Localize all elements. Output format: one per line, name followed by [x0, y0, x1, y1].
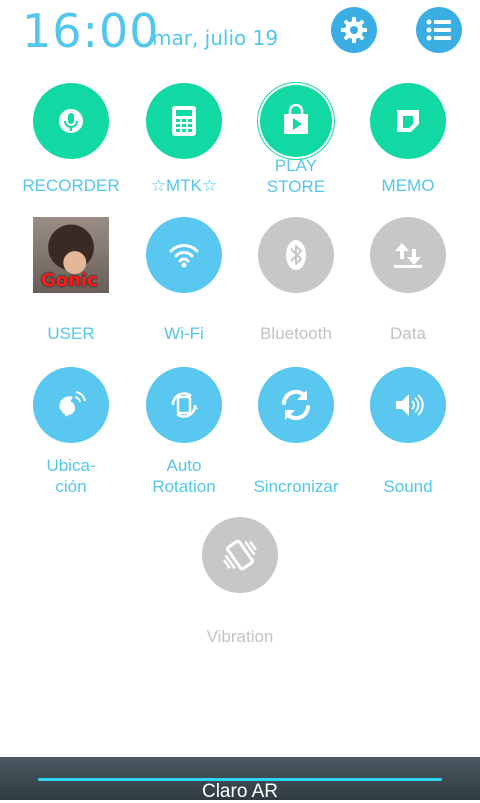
tile-label: MEMO	[381, 176, 435, 195]
tile-label: Wi-Fi	[164, 324, 204, 343]
auto-rotation-button[interactable]	[146, 367, 222, 443]
tile-vibration[interactable]: Vibration	[184, 517, 296, 647]
tile-label: Ubica- ción	[46, 456, 96, 496]
settings-button[interactable]	[331, 7, 377, 53]
wifi-icon	[169, 244, 199, 268]
tile-label: Vibration	[206, 627, 274, 646]
status-bar: Claro AR	[0, 757, 480, 802]
data-transfer-icon	[394, 243, 422, 268]
gear-icon	[341, 17, 367, 43]
data-button[interactable]	[370, 217, 446, 293]
tile-label: USER	[47, 324, 95, 343]
auto-rotation-icon	[171, 392, 198, 418]
sound-button[interactable]	[370, 367, 446, 443]
tile-wifi[interactable]: Wi-Fi	[128, 217, 240, 344]
calculator-icon	[172, 106, 196, 136]
tile-label: Auto Rotation	[152, 456, 216, 496]
clock-time: 16:00	[22, 4, 160, 58]
memo-icon	[397, 110, 419, 132]
tile-sync[interactable]: Sincronizar	[240, 367, 352, 497]
tile-memo[interactable]: MEMO	[352, 83, 464, 196]
avatar-text: Gonic	[41, 270, 98, 291]
tile-label: Bluetooth	[260, 324, 332, 343]
memo-button[interactable]	[370, 83, 446, 159]
tile-label: ☆MTK☆	[150, 176, 218, 195]
play-store-button[interactable]	[258, 83, 334, 159]
tile-user[interactable]: Gonic USER	[15, 217, 127, 344]
recorder-button[interactable]	[33, 83, 109, 159]
tile-label: Data	[390, 324, 426, 343]
tile-location[interactable]: Ubica- ción	[15, 367, 127, 497]
bluetooth-icon	[286, 240, 306, 270]
tile-label: RECORDER	[22, 176, 120, 195]
location-icon	[59, 391, 86, 417]
location-button[interactable]	[33, 367, 109, 443]
bluetooth-button[interactable]	[258, 217, 334, 293]
sound-icon	[396, 394, 424, 416]
microphone-icon	[59, 109, 83, 133]
date-label: mar, julio 19	[152, 26, 279, 50]
tile-data[interactable]: Data	[352, 217, 464, 344]
vibration-button[interactable]	[202, 517, 278, 593]
vibration-icon	[223, 539, 257, 571]
tile-recorder[interactable]: RECORDER	[15, 83, 127, 196]
tile-label: PLAY STORE	[266, 156, 326, 196]
user-avatar[interactable]: Gonic	[33, 217, 109, 293]
tile-label: Sincronizar	[253, 477, 339, 496]
list-icon	[426, 19, 451, 41]
sync-button[interactable]	[258, 367, 334, 443]
tile-bluetooth[interactable]: Bluetooth	[240, 217, 352, 344]
tile-play-store[interactable]: PLAY STORE	[240, 83, 352, 197]
play-store-icon	[284, 103, 308, 134]
sync-icon	[282, 389, 310, 421]
list-menu-button[interactable]	[416, 7, 462, 53]
tile-auto-rotation[interactable]: Auto Rotation	[128, 367, 240, 497]
wifi-button[interactable]	[146, 217, 222, 293]
calculator-button[interactable]	[146, 83, 222, 159]
header: 16:00 mar, julio 19	[0, 0, 480, 70]
tile-mtk[interactable]: ☆MTK☆	[128, 83, 240, 196]
tile-sound[interactable]: Sound	[352, 367, 464, 497]
tile-label: Sound	[383, 477, 433, 496]
